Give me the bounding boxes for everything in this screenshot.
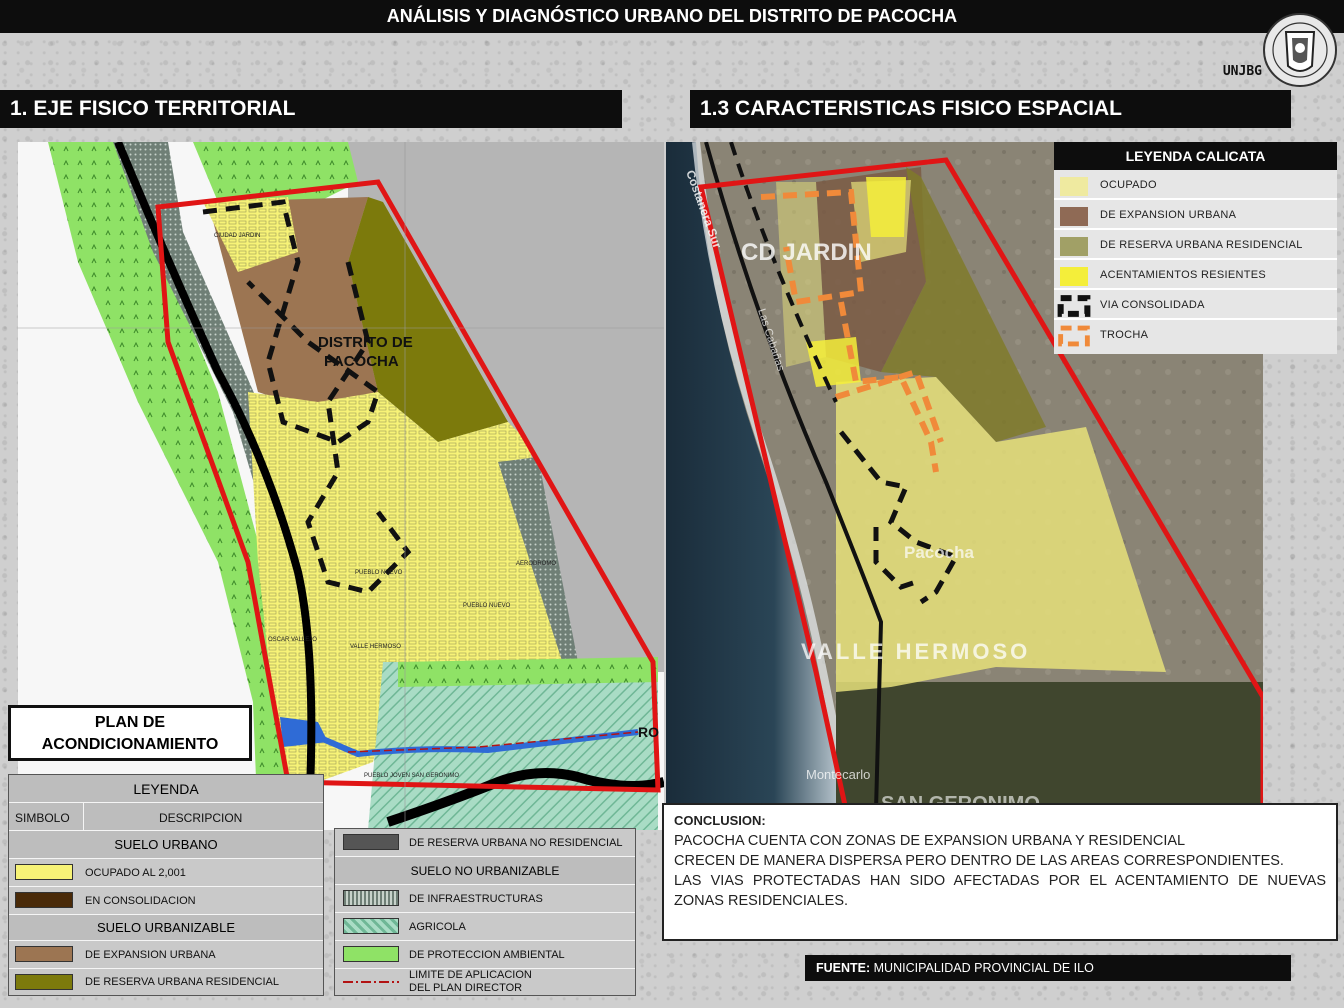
place-label-pacocha: Pacocha — [904, 543, 974, 562]
swatch-via-consolidada-icon — [1057, 295, 1091, 317]
swatch-ocupado — [1060, 177, 1088, 196]
legend-col-desc: DESCRIPCION — [159, 811, 243, 825]
legend-header-row: SIMBOLO DESCRIPCION — [9, 803, 323, 831]
legend-label: DE RESERVA URBANA NO RESIDENCIAL — [409, 837, 623, 849]
conclusion-box: CONCLUSION: PACOCHA CUENTA CON ZONAS DE … — [662, 803, 1338, 941]
legend-label: DE EXPANSION URBANA — [85, 949, 216, 961]
legend-row: DE RESERVA URBANA NO RESIDENCIAL — [335, 829, 635, 857]
district-label-line2: PACOCHA — [324, 353, 399, 370]
source-label: FUENTE: — [816, 961, 871, 975]
legend-label: DE INFRAESTRUCTURAS — [409, 893, 543, 905]
swatch-expansion-urbana — [15, 946, 73, 962]
place-label-aerodromo: AERODROMO — [516, 561, 556, 567]
swatch-ocupado-2001 — [15, 864, 73, 880]
swatch-agricola — [343, 918, 399, 934]
swatch-proteccion-ambiental — [343, 946, 399, 962]
legend-row: DE INFRAESTRUCTURAS — [335, 885, 635, 913]
swatch-trocha-icon — [1058, 325, 1090, 347]
legend-calicata-row: DE RESERVA URBANA RESIDENCIAL — [1054, 232, 1337, 260]
legend-label: EN CONSOLIDACION — [85, 895, 196, 907]
swatch-limite-line-icon — [343, 981, 399, 983]
place-label-pueblo-nuevo-2: PUEBLO NUEVO — [463, 603, 511, 609]
swatch-consolidacion — [15, 892, 73, 908]
road-label: RO — [638, 724, 659, 740]
legend-row: DE RESERVA URBANA RESIDENCIAL — [9, 969, 323, 995]
conclusion-p3: LAS VIAS PROTECTADAS HAN SIDO AFECTADAS … — [674, 873, 1326, 909]
legend-calicata: LEYENDA CALICATA OCUPADO DE EXPANSION UR… — [1054, 142, 1337, 354]
legend-label: DE PROTECCION AMBIENTAL — [409, 949, 565, 961]
legend-label-limite-2: DEL PLAN DIRECTOR — [409, 982, 523, 994]
legend-calicata-label: OCUPADO — [1100, 179, 1157, 191]
plan-label-line2: ACONDICIONAMIENTO — [41, 736, 219, 753]
legend-group-urbano: SUELO URBANO — [9, 831, 323, 859]
legend-label: DE RESERVA URBANA RESIDENCIAL — [85, 976, 279, 988]
plan-label-line1: PLAN DE — [94, 714, 166, 731]
place-label-ciudad-jardin: CIUDAD JARDIN — [214, 233, 260, 239]
legend-row: DE PROTECCION AMBIENTAL — [335, 941, 635, 969]
plan-label-box: PLAN DE ACONDICIONAMIENTO — [8, 705, 252, 761]
legend-calicata-label: DE EXPANSION URBANA — [1100, 209, 1237, 221]
legend-label-limite: LIMITE DE APLICACION DEL PLAN DIRECTOR — [409, 969, 532, 995]
legend-calicata-title: LEYENDA CALICATA — [1054, 142, 1337, 170]
legend-title: LEYENDA — [9, 775, 323, 803]
place-label-valle-hermoso-sat: VALLE HERMOSO — [801, 639, 1030, 664]
legend-row: OCUPADO AL 2,001 — [9, 859, 323, 887]
conclusion-heading: CONCLUSION: — [674, 813, 766, 828]
legend-calicata-label: TROCHA — [1100, 329, 1149, 341]
legend-calicata-row: ACENTAMIENTOS RESIENTES — [1054, 262, 1337, 290]
legend-row: LIMITE DE APLICACION DEL PLAN DIRECTOR — [335, 969, 635, 995]
legend-group-no-urbanizable: SUELO NO URBANIZABLE — [335, 857, 635, 885]
unjbg-label: UNJBG — [1222, 64, 1262, 79]
place-label-san-geronimo: PUEBLO JOVEN SAN GERONIMO — [364, 773, 459, 779]
place-label-montecarlo: Montecarlo — [806, 767, 870, 782]
page-title: ANÁLISIS Y DIAGNÓSTICO URBANO DEL DISTRI… — [386, 6, 958, 26]
legend-row: DE EXPANSION URBANA — [9, 941, 323, 969]
legend-col-divider — [83, 803, 84, 831]
conclusion-p2: CRECEN DE MANERA DISPERSA PERO DENTRO DE… — [674, 853, 1284, 869]
swatch-reserva-residencial-left — [15, 974, 73, 990]
place-label-cd-jardin: CD JARDIN — [741, 239, 872, 266]
swatch-acentamientos — [1060, 267, 1088, 286]
swatch-reserva-no-residencial — [343, 834, 399, 850]
legend-calicata-label: VIA CONSOLIDADA — [1100, 299, 1205, 311]
university-seal-icon — [1263, 13, 1337, 87]
legend-label: OCUPADO AL 2,001 — [85, 867, 186, 879]
legend-calicata-row: OCUPADO — [1054, 172, 1337, 200]
legend-col-symbol: SIMBOLO — [15, 811, 70, 825]
district-label-line1: DISTRITO DE — [318, 334, 413, 351]
legend-calicata-row: VIA CONSOLIDADA — [1054, 292, 1337, 320]
place-label-oscar-vallejo: OSCAR VALLEJO — [268, 637, 317, 643]
conclusion-p1: PACOCHA CUENTA CON ZONAS DE EXPANSION UR… — [674, 833, 1186, 849]
section-title-left: 1. EJE FISICO TERRITORIAL — [0, 90, 622, 128]
source-text: MUNICIPALIDAD PROVINCIAL DE ILO — [870, 961, 1094, 975]
swatch-expansion — [1060, 207, 1088, 226]
place-label-valle-hermoso: VALLE HERMOSO — [350, 644, 401, 650]
section-title-right: 1.3 CARACTERISTICAS FISICO ESPACIAL — [690, 90, 1291, 128]
legend-row: AGRICOLA — [335, 913, 635, 941]
legend-label: AGRICOLA — [409, 921, 466, 933]
source-bar: FUENTE: MUNICIPALIDAD PROVINCIAL DE ILO — [805, 955, 1291, 981]
swatch-reserva-residencial — [1060, 237, 1088, 256]
legend-group-urbanizable: SUELO URBANIZABLE — [9, 915, 323, 941]
legend-row: EN CONSOLIDACION — [9, 887, 323, 915]
legend-table: LEYENDA SIMBOLO DESCRIPCION SUELO URBANO… — [8, 774, 324, 996]
legend-calicata-row: TROCHA — [1054, 322, 1337, 350]
page-header: ANÁLISIS Y DIAGNÓSTICO URBANO DEL DISTRI… — [0, 0, 1344, 33]
legend-calicata-label: ACENTAMIENTOS RESIENTES — [1100, 269, 1267, 281]
place-label-pueblo-nuevo-1: PUEBLO NUEVO — [355, 570, 403, 576]
legend-label-limite-1: LIMITE DE APLICACION — [409, 969, 532, 981]
legend-calicata-label: DE RESERVA URBANA RESIDENCIAL — [1100, 239, 1303, 251]
legend-calicata-row: DE EXPANSION URBANA — [1054, 202, 1337, 230]
swatch-infraestructuras — [343, 890, 399, 906]
legend-table-2: DE RESERVA URBANA NO RESIDENCIAL SUELO N… — [334, 828, 636, 996]
